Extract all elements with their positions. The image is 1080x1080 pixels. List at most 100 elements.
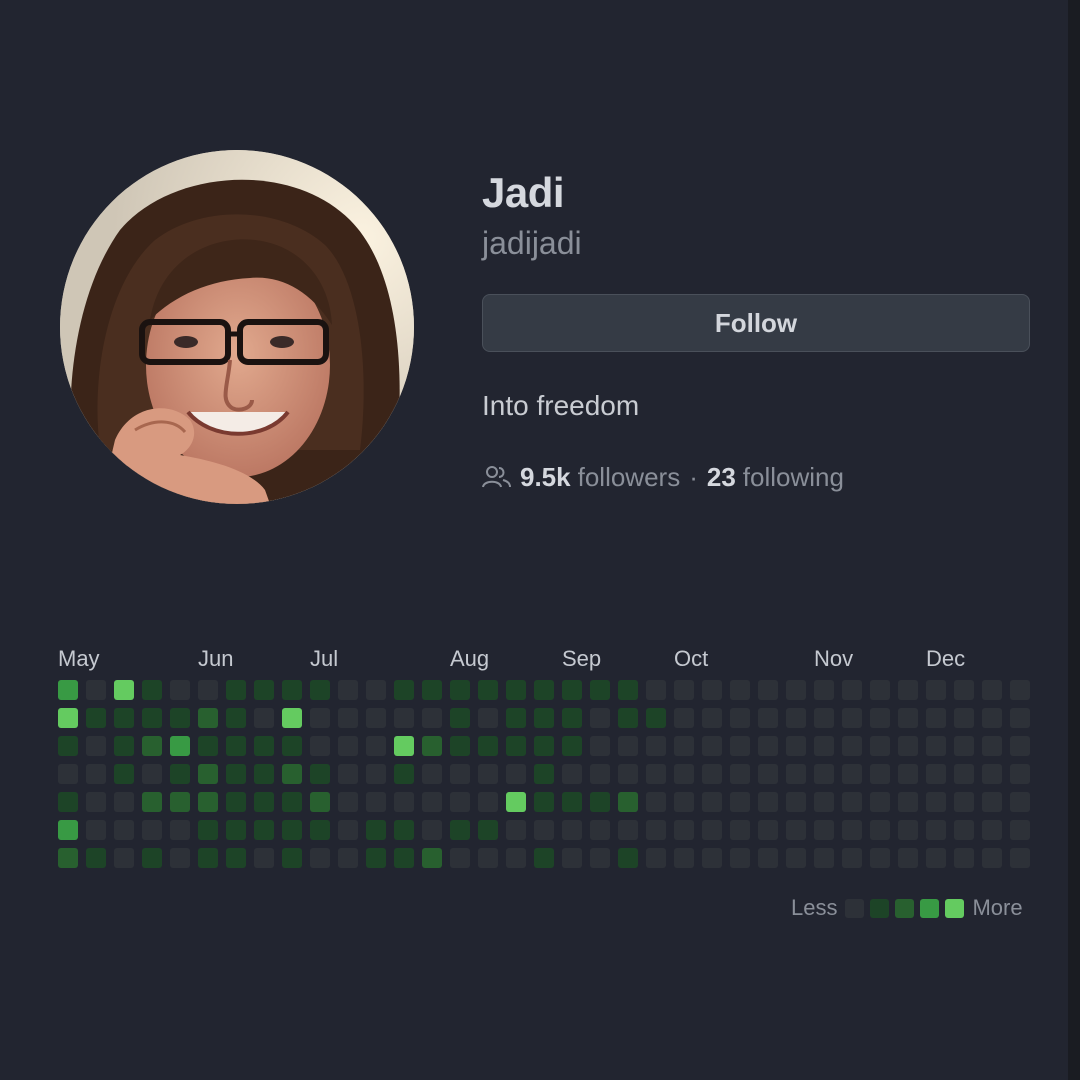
contribution-day[interactable] [618, 680, 638, 700]
contribution-day[interactable] [142, 792, 162, 812]
contribution-day[interactable] [730, 764, 750, 784]
contribution-day[interactable] [702, 764, 722, 784]
contribution-day[interactable] [590, 708, 610, 728]
contribution-day[interactable] [982, 736, 1002, 756]
contribution-day[interactable] [758, 708, 778, 728]
contribution-day[interactable] [114, 764, 134, 784]
contribution-day[interactable] [366, 820, 386, 840]
contribution-day[interactable] [898, 820, 918, 840]
contribution-day[interactable] [646, 792, 666, 812]
contribution-day[interactable] [506, 764, 526, 784]
contribution-day[interactable] [478, 848, 498, 868]
contribution-day[interactable] [506, 680, 526, 700]
contribution-day[interactable] [282, 848, 302, 868]
contribution-day[interactable] [758, 680, 778, 700]
contribution-day[interactable] [982, 848, 1002, 868]
contribution-day[interactable] [394, 708, 414, 728]
contribution-day[interactable] [954, 848, 974, 868]
contribution-day[interactable] [114, 680, 134, 700]
contribution-day[interactable] [842, 820, 862, 840]
contribution-day[interactable] [926, 680, 946, 700]
contribution-day[interactable] [478, 680, 498, 700]
contribution-day[interactable] [338, 848, 358, 868]
contribution-day[interactable] [450, 736, 470, 756]
contribution-day[interactable] [226, 764, 246, 784]
contribution-day[interactable] [254, 680, 274, 700]
contribution-day[interactable] [758, 848, 778, 868]
contribution-day[interactable] [842, 708, 862, 728]
contribution-day[interactable] [478, 708, 498, 728]
contribution-day[interactable] [814, 820, 834, 840]
contribution-day[interactable] [982, 792, 1002, 812]
contribution-day[interactable] [646, 820, 666, 840]
contribution-day[interactable] [786, 820, 806, 840]
contribution-day[interactable] [870, 848, 890, 868]
contribution-day[interactable] [926, 792, 946, 812]
contribution-day[interactable] [422, 820, 442, 840]
contribution-day[interactable] [506, 820, 526, 840]
contribution-day[interactable] [898, 792, 918, 812]
contribution-day[interactable] [198, 708, 218, 728]
contribution-day[interactable] [590, 792, 610, 812]
contribution-day[interactable] [170, 764, 190, 784]
contribution-day[interactable] [898, 708, 918, 728]
contribution-day[interactable] [590, 848, 610, 868]
contribution-day[interactable] [562, 736, 582, 756]
contribution-day[interactable] [198, 736, 218, 756]
contribution-day[interactable] [506, 792, 526, 812]
contribution-day[interactable] [282, 820, 302, 840]
contribution-day[interactable] [954, 736, 974, 756]
contribution-day[interactable] [562, 764, 582, 784]
contribution-day[interactable] [926, 708, 946, 728]
contribution-day[interactable] [478, 820, 498, 840]
contribution-day[interactable] [86, 792, 106, 812]
contribution-day[interactable] [646, 708, 666, 728]
contribution-day[interactable] [394, 848, 414, 868]
contribution-day[interactable] [142, 820, 162, 840]
contribution-day[interactable] [814, 708, 834, 728]
contribution-day[interactable] [254, 764, 274, 784]
contribution-day[interactable] [478, 792, 498, 812]
contribution-day[interactable] [870, 680, 890, 700]
contribution-day[interactable] [898, 680, 918, 700]
contribution-day[interactable] [366, 848, 386, 868]
contribution-day[interactable] [254, 848, 274, 868]
contribution-day[interactable] [226, 680, 246, 700]
contribution-day[interactable] [338, 680, 358, 700]
contribution-day[interactable] [1010, 792, 1030, 812]
contribution-day[interactable] [310, 792, 330, 812]
contribution-day[interactable] [646, 736, 666, 756]
contribution-day[interactable] [926, 764, 946, 784]
contribution-day[interactable] [618, 736, 638, 756]
contribution-day[interactable] [170, 736, 190, 756]
contribution-day[interactable] [926, 736, 946, 756]
contribution-day[interactable] [142, 848, 162, 868]
contribution-day[interactable] [618, 848, 638, 868]
contribution-day[interactable] [310, 736, 330, 756]
contribution-day[interactable] [478, 764, 498, 784]
contribution-day[interactable] [394, 736, 414, 756]
contribution-day[interactable] [646, 680, 666, 700]
contribution-day[interactable] [142, 764, 162, 784]
contribution-day[interactable] [170, 848, 190, 868]
contribution-day[interactable] [254, 820, 274, 840]
contribution-day[interactable] [926, 848, 946, 868]
contribution-day[interactable] [394, 764, 414, 784]
contribution-day[interactable] [114, 848, 134, 868]
contribution-day[interactable] [198, 820, 218, 840]
contribution-day[interactable] [702, 736, 722, 756]
contribution-day[interactable] [534, 736, 554, 756]
contribution-day[interactable] [170, 792, 190, 812]
contribution-day[interactable] [730, 680, 750, 700]
contribution-day[interactable] [254, 708, 274, 728]
contribution-day[interactable] [674, 764, 694, 784]
contribution-day[interactable] [1010, 680, 1030, 700]
contribution-day[interactable] [422, 708, 442, 728]
contribution-day[interactable] [198, 680, 218, 700]
contribution-day[interactable] [674, 680, 694, 700]
contribution-day[interactable] [1010, 820, 1030, 840]
contribution-day[interactable] [870, 764, 890, 784]
contribution-day[interactable] [590, 764, 610, 784]
contribution-day[interactable] [450, 820, 470, 840]
contribution-day[interactable] [814, 792, 834, 812]
